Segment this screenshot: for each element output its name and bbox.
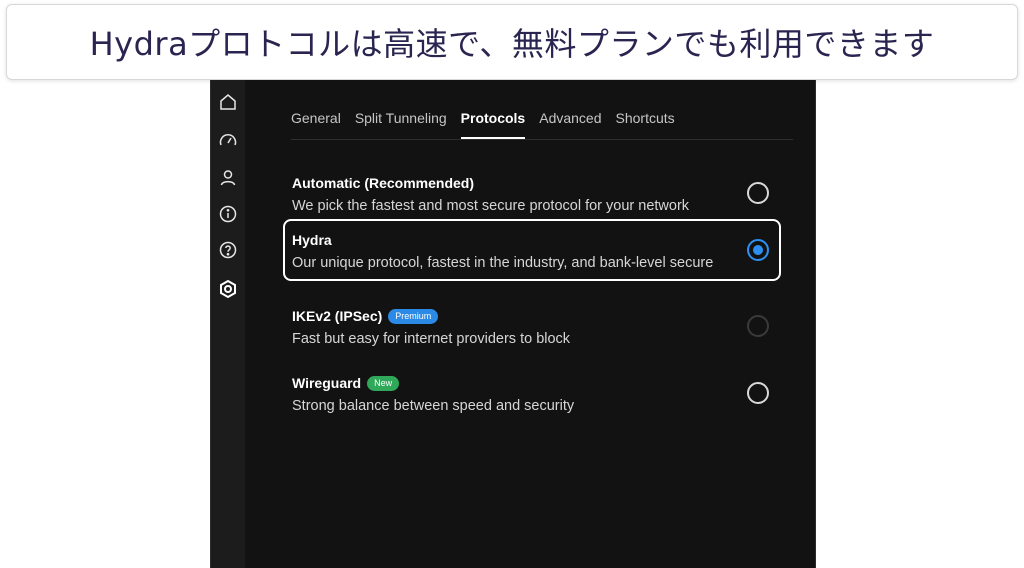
protocol-title: Hydra (292, 232, 332, 248)
caption-banner: Hydraプロトコルは高速で、無料プランでも利用できます (6, 4, 1018, 80)
new-badge: New (367, 375, 400, 391)
protocol-description: We pick the fastest and most secure prot… (292, 198, 690, 214)
radio-dot (753, 245, 763, 255)
info-icon[interactable] (216, 202, 240, 226)
settings-tabs: General Split Tunneling Protocols Advanc… (291, 108, 793, 140)
protocol-title: Wireguard (292, 375, 362, 391)
protocol-option-wireguard[interactable]: Wireguard New Strong balance between spe… (283, 362, 781, 424)
protocol-option-automatic[interactable]: Automatic (Recommended) We pick the fast… (283, 162, 781, 224)
protocol-radio[interactable] (747, 382, 769, 404)
protocol-title: Automatic (Recommended) (292, 175, 475, 191)
protocol-description: Strong balance between speed and securit… (292, 398, 575, 414)
tab-advanced[interactable]: Advanced (539, 108, 601, 139)
help-icon[interactable] (216, 238, 240, 262)
protocol-radio[interactable] (747, 182, 769, 204)
protocol-radio-disabled (747, 315, 769, 337)
settings-icon[interactable] (216, 277, 240, 301)
settings-content: General Split Tunneling Protocols Advanc… (245, 80, 815, 568)
protocol-description: Fast but easy for internet providers to … (292, 331, 571, 347)
premium-badge: Premium (388, 308, 439, 324)
tab-protocols[interactable]: Protocols (460, 108, 526, 139)
protocol-option-hydra[interactable]: Hydra Our unique protocol, fastest in th… (283, 219, 781, 281)
protocol-radio-selected[interactable] (747, 239, 769, 261)
tab-shortcuts[interactable]: Shortcuts (616, 108, 675, 139)
protocol-title: IKEv2 (IPSec) (292, 308, 383, 324)
sidebar-rail (211, 80, 245, 568)
home-icon[interactable] (216, 90, 240, 114)
caption-text: Hydraプロトコルは高速で、無料プランでも利用できます (89, 25, 935, 63)
tab-general[interactable]: General (291, 108, 341, 139)
tab-split-tunneling[interactable]: Split Tunneling (355, 108, 447, 139)
protocol-option-ikev2[interactable]: IKEv2 (IPSec) Premium Fast but easy for … (283, 295, 781, 357)
speedometer-icon[interactable] (216, 128, 240, 152)
vpn-settings-window: General Split Tunneling Protocols Advanc… (210, 80, 816, 568)
user-icon[interactable] (216, 166, 240, 190)
protocol-description: Our unique protocol, fastest in the indu… (292, 255, 714, 271)
